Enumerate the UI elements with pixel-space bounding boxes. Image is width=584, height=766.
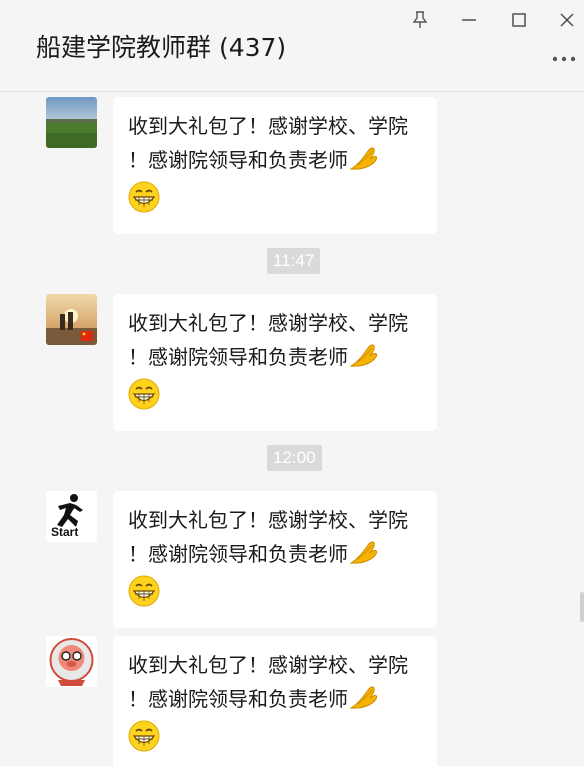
ellipsis-icon[interactable] (550, 48, 578, 70)
message-text: 收到大礼包了！感谢学校、学院 (128, 114, 408, 138)
message-text: 收到大礼包了！感谢学校、学院 (128, 508, 408, 532)
message-text: ！感谢院领导和负责老师 (128, 345, 348, 369)
clap-icon (348, 681, 380, 720)
message-text: 收到大礼包了！感谢学校、学院 (128, 653, 408, 677)
start-runner-avatar[interactable]: Start (46, 491, 97, 542)
timestamp: 12:00 (267, 445, 322, 471)
chat-title: 船建学院教师群 (437) (36, 33, 287, 62)
message-bubble[interactable]: 收到大礼包了！感谢学校、学院 ！感谢院领导和负责老师 (113, 491, 437, 628)
pin-icon[interactable] (406, 6, 434, 34)
message-bubble[interactable]: 收到大礼包了！感谢学校、学院 ！感谢院领导和负责老师 (113, 294, 437, 431)
timestamp: 11:47 (267, 248, 321, 274)
chat-message-list[interactable]: 收到大礼包了！感谢学校、学院 ！感谢院领导和负责老师 11:47 收到大礼包了！… (0, 93, 584, 766)
message-bubble[interactable]: 收到大礼包了！感谢学校、学院 ！感谢院领导和负责老师 (113, 636, 437, 766)
grin-icon (128, 378, 160, 419)
grin-icon (128, 720, 160, 761)
scrollbar-thumb[interactable] (580, 592, 584, 622)
message-text: ！感谢院领导和负责老师 (128, 687, 348, 711)
maximize-icon[interactable] (505, 6, 533, 34)
sunset-avatar[interactable] (46, 294, 97, 345)
message-text: 收到大礼包了！感谢学校、学院 (128, 311, 408, 335)
grin-icon (128, 181, 160, 222)
clap-icon (348, 339, 380, 378)
chat-header: 船建学院教师群 (437) (0, 0, 584, 92)
landscape-avatar[interactable] (46, 97, 97, 148)
clap-icon (348, 142, 380, 181)
message-text: ！感谢院领导和负责老师 (128, 542, 348, 566)
avatar-start-label: Start (51, 525, 79, 539)
minimize-icon[interactable] (455, 6, 483, 34)
close-icon[interactable] (553, 6, 581, 34)
cartoon-pig-avatar[interactable] (46, 636, 97, 687)
clap-icon (348, 536, 380, 575)
grin-icon (128, 575, 160, 616)
message-bubble[interactable]: 收到大礼包了！感谢学校、学院 ！感谢院领导和负责老师 (113, 97, 437, 234)
message-text: ！感谢院领导和负责老师 (128, 148, 348, 172)
